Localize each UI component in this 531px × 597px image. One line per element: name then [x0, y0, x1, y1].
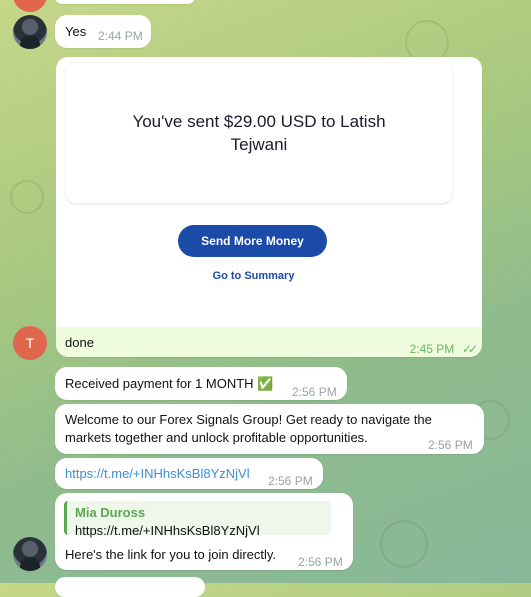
receipt-headline: You've sent $29.00 USD to Latish Tejwani [132, 112, 386, 154]
message-bubble[interactable]: done 2:45 PM ✓✓ [56, 327, 482, 357]
go-to-summary-link[interactable]: Go to Summary [176, 270, 331, 282]
message-time: 2:56 PM [298, 555, 343, 569]
message-bubble[interactable]: Yes 2:44 PM [55, 15, 151, 48]
message-bubble[interactable]: https://t.me/+INHhsKsBl8YzNjVl 2:56 PM [55, 458, 323, 489]
avatar[interactable] [13, 15, 47, 49]
avatar[interactable]: T [13, 326, 47, 360]
message-time: 2:56 PM [292, 385, 337, 399]
receipt-confirmation-card: You've sent $29.00 USD to Latish Tejwani [66, 63, 452, 203]
message-text: Yes [65, 24, 87, 39]
double-check-icon: ✓✓ [461, 342, 478, 356]
reply-quote[interactable]: Mia Duross https://t.me/+INHhsKsBl8YzNjV… [64, 501, 331, 538]
message-link[interactable]: https://t.me/+INHhsKsBl8YzNjVl [65, 465, 250, 483]
message-text: done [65, 335, 94, 350]
message-bubble[interactable]: Mia Duross https://t.me/+INHhsKsBl8YzNjV… [55, 493, 353, 570]
message-bubble[interactable]: Welcome to our Forex Signals Group! Get … [55, 404, 484, 454]
avatar[interactable] [13, 0, 47, 12]
previous-message-bubble[interactable] [55, 0, 195, 4]
message-meta: 2:45 PM ✓✓ [409, 340, 478, 358]
message-text: Here's the link for you to join directly… [65, 547, 277, 562]
reply-text: https://t.me/+INHhsKsBl8YzNjVl [75, 523, 260, 538]
background-doodle [10, 180, 44, 214]
message-bubble[interactable]: Received payment for 1 MONTH ✅ 2:56 PM [55, 367, 347, 400]
message-time: 2:44 PM [98, 29, 143, 43]
payment-receipt-image[interactable]: You've sent $29.00 USD to Latish Tejwani… [56, 57, 482, 327]
background-doodle [380, 520, 428, 568]
send-more-money-button[interactable]: Send More Money [178, 225, 327, 257]
message-text: Welcome to our Forex Signals Group! Get … [65, 412, 432, 445]
next-message-bubble[interactable] [55, 577, 205, 597]
avatar[interactable] [13, 537, 47, 571]
message-time: 2:56 PM [428, 438, 473, 452]
reply-author: Mia Duross [75, 505, 146, 520]
message-time: 2:56 PM [268, 474, 313, 488]
message-time: 2:45 PM [409, 342, 455, 356]
message-text: Received payment for 1 MONTH ✅ [65, 376, 274, 391]
